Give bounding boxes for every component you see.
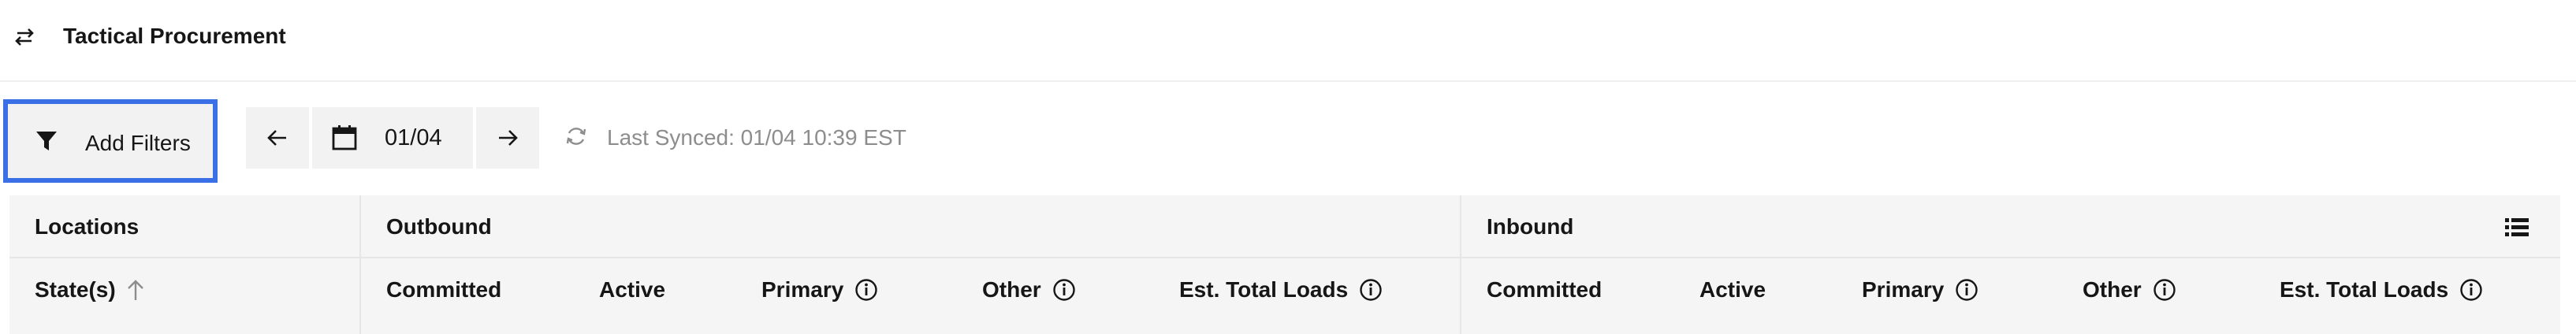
- date-picker[interactable]: 01/04: [312, 107, 473, 169]
- column-divider: [1460, 195, 1461, 334]
- column-label: Other: [982, 277, 1041, 302]
- column-label: Active: [1699, 277, 1766, 302]
- filter-icon: [36, 132, 57, 150]
- info-icon[interactable]: [2153, 278, 2176, 302]
- column-label: Other: [2083, 277, 2142, 302]
- column-label: Committed: [1487, 277, 1603, 302]
- info-icon[interactable]: [854, 278, 878, 302]
- column-divider: [359, 195, 361, 334]
- sort-ascending-icon[interactable]: [125, 278, 146, 302]
- add-filters-label: Add Filters: [85, 131, 191, 155]
- column-label: Est. Total Loads: [1179, 277, 1349, 302]
- add-filters-button[interactable]: Add Filters: [3, 99, 218, 183]
- column-header-in-other[interactable]: Other: [2083, 276, 2176, 304]
- column-header-out-primary[interactable]: Primary: [761, 276, 878, 304]
- column-header-out-active[interactable]: Active: [599, 276, 665, 304]
- swap-arrows-icon[interactable]: [13, 25, 36, 49]
- column-header-in-est-total-loads[interactable]: Est. Total Loads: [2280, 276, 2483, 304]
- date-value: 01/04: [385, 125, 442, 150]
- info-icon[interactable]: [1052, 278, 1076, 302]
- column-label: Active: [599, 277, 666, 302]
- column-label: State(s): [35, 277, 116, 302]
- procurement-table: Locations Outbound Inbound State(s) Comm…: [9, 195, 2560, 334]
- sync-icon[interactable]: [564, 124, 588, 148]
- group-header-outbound: Outbound: [386, 214, 492, 239]
- group-header-locations: Locations: [35, 214, 140, 239]
- list-view-icon[interactable]: [2505, 217, 2529, 238]
- page-title: Tactical Procurement: [63, 24, 286, 48]
- arrow-left-icon: [267, 130, 286, 146]
- column-label: Est. Total Loads: [2280, 277, 2449, 302]
- info-icon[interactable]: [1955, 278, 1979, 302]
- column-header-out-est-total-loads[interactable]: Est. Total Loads: [1179, 276, 1383, 304]
- column-header-in-active[interactable]: Active: [1699, 276, 1766, 304]
- column-label: Primary: [1862, 277, 1945, 302]
- next-date-button[interactable]: [476, 107, 539, 169]
- group-header-inbound: Inbound: [1487, 214, 1574, 239]
- info-icon[interactable]: [2459, 278, 2483, 302]
- column-header-states[interactable]: State(s): [35, 276, 146, 304]
- column-label: Primary: [761, 277, 844, 302]
- column-label: Committed: [386, 277, 502, 302]
- info-icon[interactable]: [1359, 278, 1383, 302]
- column-header-in-committed[interactable]: Committed: [1487, 276, 1602, 304]
- column-header-in-primary[interactable]: Primary: [1862, 276, 1979, 304]
- column-header-out-committed[interactable]: Committed: [386, 276, 501, 304]
- previous-date-button[interactable]: [246, 107, 309, 169]
- last-synced-text: Last Synced: 01/04 10:39 EST: [607, 125, 906, 150]
- arrow-right-icon: [499, 130, 518, 146]
- app-header: Tactical Procurement: [0, 0, 2576, 82]
- column-header-out-other[interactable]: Other: [982, 276, 1076, 304]
- calendar-icon: [332, 125, 357, 150]
